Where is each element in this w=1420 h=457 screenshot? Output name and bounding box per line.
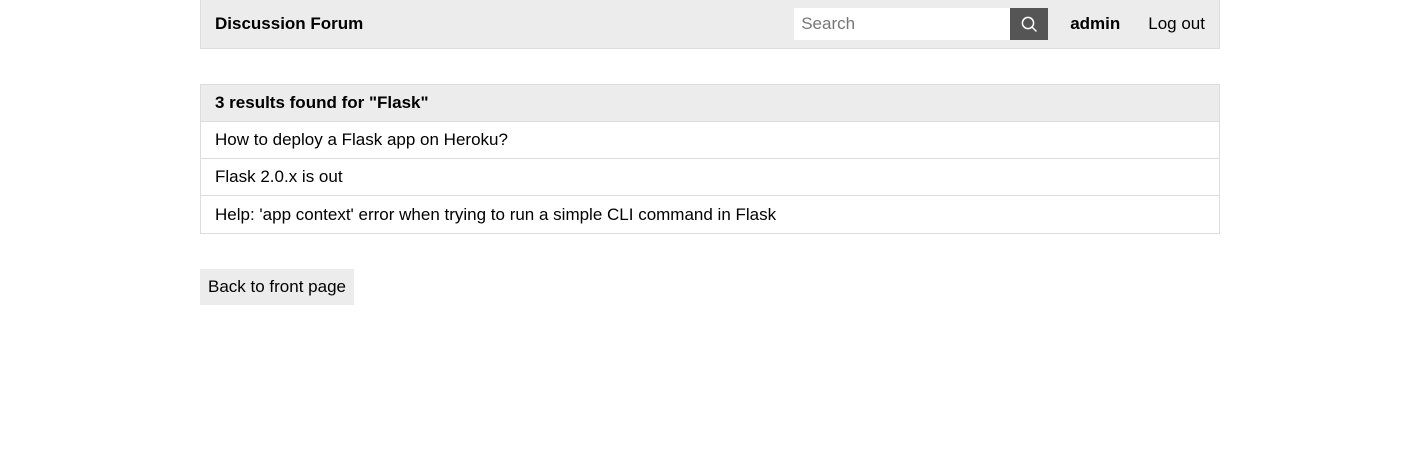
page-container: Discussion Forum admin Log out 3 results… (200, 0, 1220, 305)
search-results: 3 results found for "Flask" How to deplo… (200, 84, 1220, 234)
result-item[interactable]: Help: 'app context' error when trying to… (201, 196, 1219, 233)
user-link[interactable]: admin (1070, 14, 1120, 34)
logout-link[interactable]: Log out (1148, 14, 1205, 34)
search-button[interactable] (1010, 8, 1049, 40)
results-header: 3 results found for "Flask" (201, 85, 1219, 122)
search-form (794, 8, 1049, 40)
result-item[interactable]: How to deploy a Flask app on Heroku? (201, 122, 1219, 159)
search-input[interactable] (794, 8, 1011, 40)
navbar: Discussion Forum admin Log out (200, 0, 1220, 49)
back-to-front-page-button[interactable]: Back to front page (200, 269, 354, 305)
result-item[interactable]: Flask 2.0.x is out (201, 159, 1219, 196)
search-icon (1020, 15, 1038, 33)
brand-link[interactable]: Discussion Forum (215, 14, 363, 34)
